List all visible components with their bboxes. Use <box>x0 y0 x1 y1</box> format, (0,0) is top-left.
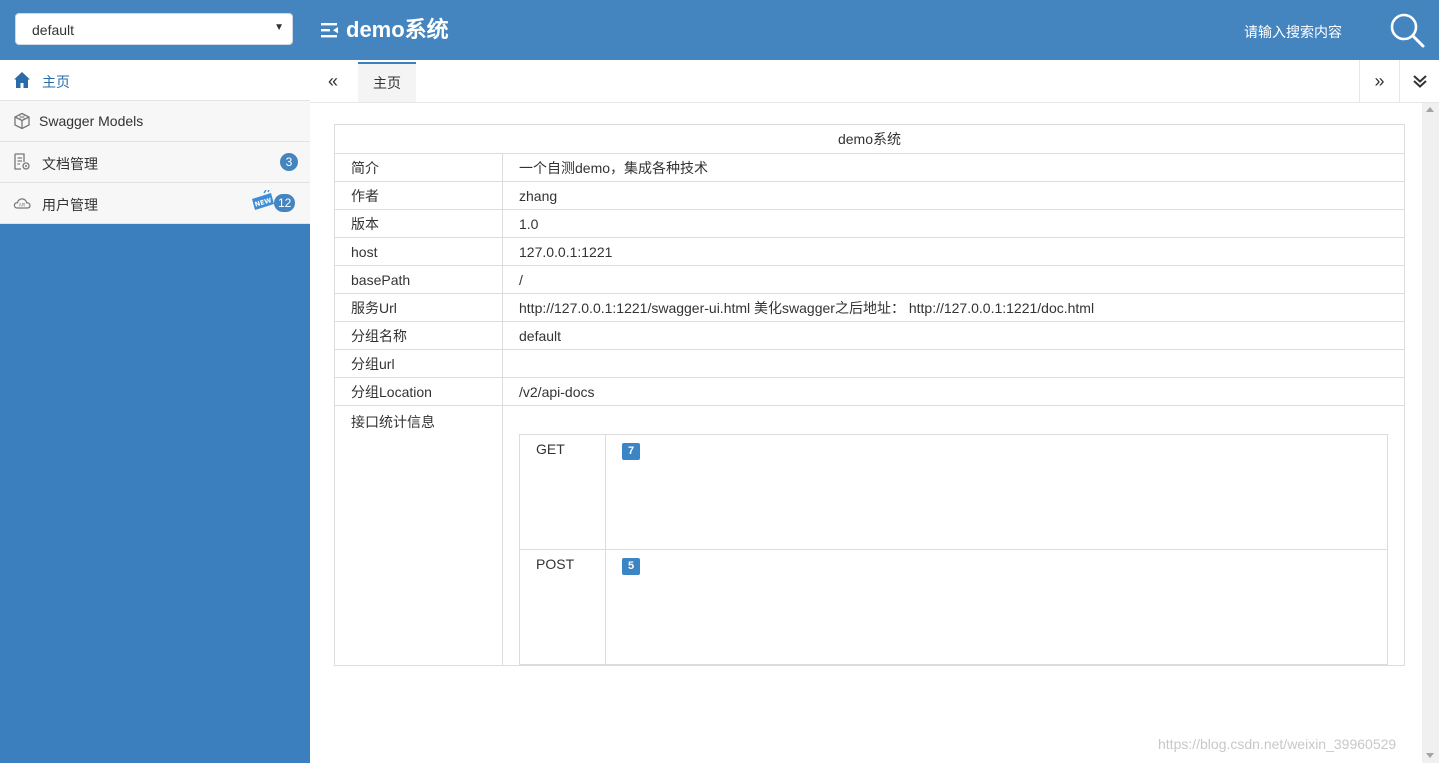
row-key: host <box>334 237 503 266</box>
sidebar-item-label: 用户管理 <box>42 197 98 213</box>
method-count-cell: 5 <box>605 549 1388 665</box>
row-value: GET 7 POST 5 <box>502 405 1405 666</box>
scroll-up-icon[interactable] <box>1426 107 1434 112</box>
chevron-down-icon: ▼ <box>274 22 284 33</box>
cloud-api-icon: API <box>13 194 31 212</box>
count-badge: 3 <box>280 153 298 171</box>
row-value: zhang <box>502 181 1405 210</box>
row-key: 分组Location <box>334 377 503 406</box>
sidebar-item-user-management[interactable]: API 用户管理 NEW 12 <box>0 183 310 224</box>
cube-icon <box>13 112 31 130</box>
row-value: /v2/api-docs <box>502 377 1405 406</box>
sidebar: 主页 Swagger Models 文档管理 3 API 用户管理 NEW 12 <box>0 60 310 763</box>
sidebar-item-doc-management[interactable]: 文档管理 3 <box>0 142 310 183</box>
http-method: GET <box>519 434 606 550</box>
vertical-scrollbar[interactable] <box>1422 103 1439 763</box>
menu-fold-icon[interactable] <box>320 21 340 39</box>
row-value: 1.0 <box>502 209 1405 238</box>
sidebar-item-label: Swagger Models <box>39 113 144 129</box>
row-value: 127.0.0.1:1221 <box>502 237 1405 266</box>
info-table: demo系统 简介 一个自测demo，集成各种技术 作者 zhang 版本 1.… <box>334 124 1405 666</box>
info-table-title: demo系统 <box>334 124 1405 154</box>
main-content: demo系统 简介 一个自测demo，集成各种技术 作者 zhang 版本 1.… <box>334 124 1405 666</box>
row-value: http://127.0.0.1:1221/swagger-ui.html 美化… <box>502 293 1405 322</box>
row-key: 服务Url <box>334 293 503 322</box>
stats-row: POST 5 <box>519 549 1388 665</box>
row-key: basePath <box>334 265 503 294</box>
tab-options-icon[interactable] <box>1399 60 1439 102</box>
table-row: 作者 zhang <box>334 181 1405 210</box>
table-row: 服务Url http://127.0.0.1:1221/swagger-ui.h… <box>334 293 1405 322</box>
count-badge: 7 <box>622 443 640 460</box>
row-value: 一个自测demo，集成各种技术 <box>502 153 1405 182</box>
tab-scroll-left-button[interactable]: « <box>310 60 356 102</box>
row-key: 版本 <box>334 209 503 238</box>
tab-bar: « 主页 » <box>310 60 1439 103</box>
sidebar-item-label: 文档管理 <box>42 156 98 172</box>
table-row: 分组Location /v2/api-docs <box>334 377 1405 406</box>
row-key: 接口统计信息 <box>334 405 503 666</box>
table-row: 分组url <box>334 349 1405 378</box>
row-value: / <box>502 265 1405 294</box>
row-value <box>502 349 1405 378</box>
search-input[interactable]: 请输入搜索内容 <box>1244 22 1342 42</box>
stats-row: GET 7 <box>519 434 1388 550</box>
search-icon[interactable] <box>1388 10 1426 50</box>
count-badge: 12 <box>274 194 296 212</box>
new-tag-icon: NEW <box>251 189 275 215</box>
sidebar-menu: 主页 Swagger Models 文档管理 3 API 用户管理 NEW 12 <box>0 60 310 224</box>
table-row: 分组名称 default <box>334 321 1405 350</box>
row-key: 分组url <box>334 349 503 378</box>
brand-title: demo系统 <box>346 17 449 42</box>
row-key: 作者 <box>334 181 503 210</box>
brand: demo系统 <box>320 15 449 45</box>
tab-scroll-right-button[interactable]: » <box>1359 60 1399 102</box>
table-row: host 127.0.0.1:1221 <box>334 237 1405 266</box>
count-badge: 5 <box>622 558 640 575</box>
row-key: 简介 <box>334 153 503 182</box>
sidebar-item-label: 主页 <box>42 74 70 90</box>
http-method: POST <box>519 549 606 665</box>
table-row: 接口统计信息 GET 7 POST 5 <box>334 405 1405 666</box>
scroll-down-icon[interactable] <box>1426 753 1434 758</box>
group-select[interactable]: default ▼ <box>15 13 293 45</box>
tab-home[interactable]: 主页 <box>358 62 416 102</box>
method-count-cell: 7 <box>605 434 1388 550</box>
table-row: 简介 一个自测demo，集成各种技术 <box>334 153 1405 182</box>
table-row: 版本 1.0 <box>334 209 1405 238</box>
doc-settings-icon <box>13 153 31 171</box>
row-key: 分组名称 <box>334 321 503 350</box>
svg-text:API: API <box>19 203 25 208</box>
group-select-value: default <box>32 22 75 38</box>
row-value: default <box>502 321 1405 350</box>
table-row: basePath / <box>334 265 1405 294</box>
top-header: default ▼ demo系统 请输入搜索内容 <box>0 0 1439 60</box>
api-stats-table: GET 7 POST 5 <box>519 434 1388 665</box>
watermark: https://blog.csdn.net/weixin_39960529 <box>1158 736 1397 752</box>
sidebar-item-home[interactable]: 主页 <box>0 60 310 101</box>
home-icon <box>13 71 31 89</box>
sidebar-item-swagger-models[interactable]: Swagger Models <box>0 101 310 142</box>
